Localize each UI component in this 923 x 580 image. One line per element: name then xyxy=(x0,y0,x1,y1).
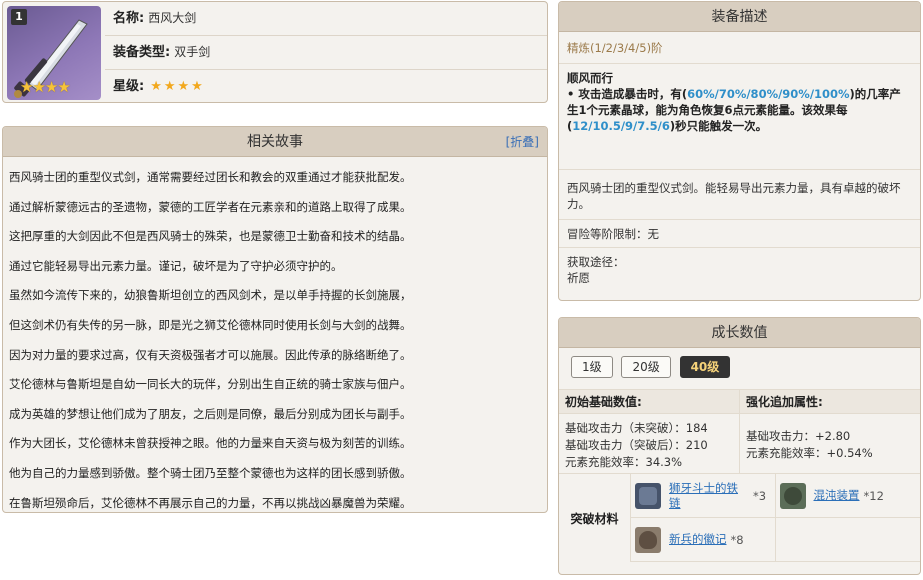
chaos-device-icon xyxy=(779,482,806,509)
story-line: 通过解析蒙德远古的圣遗物，蒙德的工匠学者在元素亲和的道路上取得了成果。 xyxy=(9,199,412,214)
name-label: 名称: xyxy=(113,11,145,26)
rarity-row: 星级: ★★★★ xyxy=(105,70,547,102)
iron-chain-icon xyxy=(635,482,661,509)
ascension-materials: 突破材料 狮牙斗士的铁链 *3 混沌装置 *12 新兵的徽记 *8 xyxy=(559,474,920,562)
material-link[interactable]: 狮牙斗士的铁链 xyxy=(669,481,749,511)
stat-line: 基础攻击力（突破后）：210 xyxy=(565,438,708,452)
name-row: 名称: 西风大剑 xyxy=(105,2,547,36)
story-line: 但这剑术仍有失传的另一脉，即是光之狮艾伦德林同时使用长剑与大剑的战舞。 xyxy=(9,317,412,332)
story-line: 虽然如今流传下来的，幼狼鲁斯坦创立的西风剑术，是以单手持握的长剑施展， xyxy=(9,288,412,303)
weapon-thumbnail: 1 ★★★★ xyxy=(7,6,101,100)
material-empty-cell xyxy=(775,518,920,562)
type-row: 装备类型: 双手剑 xyxy=(105,36,547,70)
equipment-description-panel: 装备描述 精炼(1/2/3/4/5)阶 顺风而行 • 攻击造成暴击时，有(60%… xyxy=(558,1,921,301)
story-header: 相关故事 [折叠] xyxy=(3,127,547,157)
bonus-stats: 强化追加属性: 基础攻击力：+2.80 元素充能效率：+0.54% xyxy=(739,390,920,473)
story-line: 艾伦德林与鲁斯坦是自幼一同长大的玩伴，分别出生自正统的骑士家族与佃户。 xyxy=(9,377,412,392)
passive-cooldown-values: 12/10.5/9/7.5/6 xyxy=(572,119,670,133)
refinement-level-badge: 1 xyxy=(11,9,27,25)
rarity-stars-thumbnail: ★★★★ xyxy=(20,78,71,96)
passive-section: 顺风而行 • 攻击造成暴击时，有(60%/70%/80%/90%/100%)的几… xyxy=(559,64,920,170)
material-count: *8 xyxy=(730,532,744,547)
story-line: 因为对力量的要求过高，仅有天资极强者才可以施展。因此传承的脉络断绝了。 xyxy=(9,347,412,362)
star-icon: ★★★★ xyxy=(150,79,205,94)
tab-level-40[interactable]: 40级 xyxy=(679,356,731,378)
tab-level-20[interactable]: 20级 xyxy=(621,356,671,378)
material-item: 混沌装置 *12 xyxy=(775,474,920,518)
story-line: 在鲁斯坦殒命后，艾伦德林不再展示自己的力量，不再以挑战凶暴魔兽为荣耀。 xyxy=(9,495,412,510)
growth-header: 成长数值 xyxy=(559,318,920,348)
base-stats: 初始基础数值: 基础攻击力（未突破）：184 基础攻击力（突破后）：210 元素… xyxy=(559,390,739,473)
passive-chance-values: 60%/70%/80%/90%/100% xyxy=(687,87,850,101)
materials-label: 突破材料 xyxy=(559,474,631,562)
name-value: 西风大剑 xyxy=(148,11,197,25)
material-link[interactable]: 新兵的徽记 xyxy=(669,532,727,547)
stat-line: 基础攻击力：+2.80 xyxy=(746,429,851,443)
material-count: *12 xyxy=(863,488,884,503)
equipment-header: 装备描述 xyxy=(559,2,920,32)
story-line: 这把厚重的大剑因此不但是西风骑士的殊荣，也是蒙德卫士勤奋和技术的结晶。 xyxy=(9,229,412,244)
story-panel: 相关故事 [折叠] 西风骑士团的重型仪式剑，通常需要经过团长和教会的双重通过才能… xyxy=(2,126,548,513)
story-title: 相关故事 xyxy=(247,134,303,150)
story-line: 西风骑士团的重型仪式剑，通常需要经过团长和教会的双重通过才能获批配发。 xyxy=(9,170,412,184)
rarity-label: 星级: xyxy=(113,79,145,94)
source-label: 获取途径： xyxy=(567,255,625,269)
level-tabs: 1级 20级 40级 xyxy=(559,348,920,390)
stat-columns: 初始基础数值: 基础攻击力（未突破）：184 基础攻击力（突破后）：210 元素… xyxy=(559,390,920,474)
type-value: 双手剑 xyxy=(174,45,211,59)
passive-description: • 攻击造成暴击时，有(60%/70%/80%/90%/100%)的几率产生1个… xyxy=(567,87,901,133)
weapon-description: 西风骑士团的重型仪式剑。能轻易导出元素力量，具有卓越的破坏力。 xyxy=(559,170,920,220)
stat-line: 基础攻击力（未突破）：184 xyxy=(565,421,708,435)
growth-panel: 成长数值 1级 20级 40级 初始基础数值: 基础攻击力（未突破）：184 基… xyxy=(558,317,921,575)
material-count: *3 xyxy=(753,488,767,503)
tab-level-1[interactable]: 1级 xyxy=(571,356,613,378)
material-item: 新兵的徽记 *8 xyxy=(631,518,776,562)
story-line: 通过它能轻易导出元素力量。谨记，破坏是为了守护必须守护的。 xyxy=(9,258,343,273)
type-label: 装备类型: xyxy=(113,45,171,60)
bonus-stats-heading: 强化追加属性: xyxy=(740,390,920,414)
base-stats-heading: 初始基础数值: xyxy=(559,390,739,414)
source-section: 获取途径： 祈愿 xyxy=(559,248,920,292)
rank-limit: 冒险等阶限制：无 xyxy=(559,220,920,248)
story-body: 西风骑士团的重型仪式剑，通常需要经过团长和教会的双重通过才能获批配发。 通过解析… xyxy=(3,157,547,512)
passive-name: 顺风而行 xyxy=(567,71,613,85)
source-value: 祈愿 xyxy=(567,271,590,285)
story-line: 成为英雄的梦想让他们成为了朋友，之后则是同僚，最后分别成为团长与副手。 xyxy=(9,406,412,421)
material-link[interactable]: 混沌装置 xyxy=(814,488,860,503)
refinement-levels: 精炼(1/2/3/4/5)阶 xyxy=(559,32,920,64)
stat-line: 元素充能效率：+0.54% xyxy=(746,446,873,460)
story-line: 作为大团长，艾伦德林未曾获授神之眼。他的力量来自天资与极为刻苦的训练。 xyxy=(9,436,412,451)
story-line: 他为自己的力量感到骄傲。整个骑士团乃至整个蒙德也为这样的团长感到骄傲。 xyxy=(9,465,412,480)
stat-line: 元素充能效率：34.3% xyxy=(565,455,683,469)
weapon-card: 1 ★★★★ 名称: 西风大剑 装备类型: 双手剑 星级: ★★★★ xyxy=(2,1,548,103)
collapse-toggle[interactable]: [折叠] xyxy=(506,127,539,157)
recruit-insignia-icon xyxy=(635,526,661,553)
material-item: 狮牙斗士的铁链 *3 xyxy=(631,474,776,518)
